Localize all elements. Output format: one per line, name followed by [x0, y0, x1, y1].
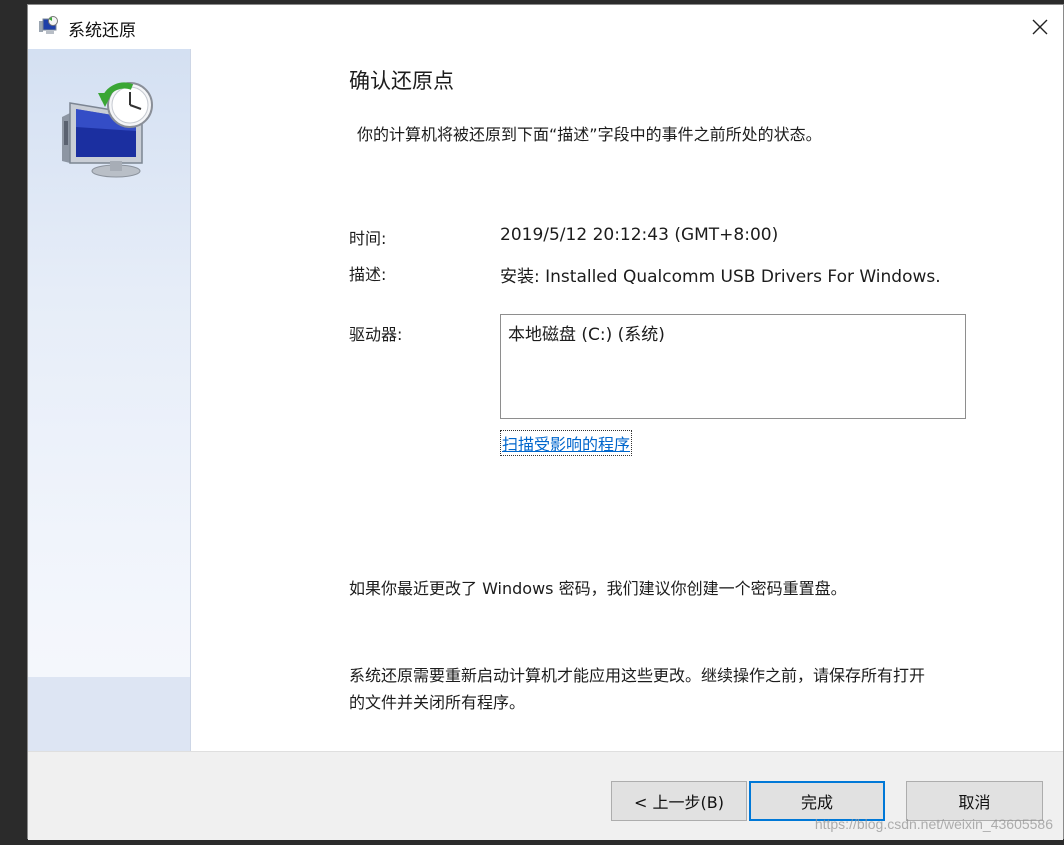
list-item[interactable]: 本地磁盘 (C:) (系统) — [508, 320, 665, 345]
title-bar: 系统还原 — [28, 5, 1063, 49]
password-reset-note: 如果你最近更改了 Windows 密码，我们建议你创建一个密码重置盘。 — [349, 579, 847, 598]
finish-button[interactable]: 完成 — [749, 781, 885, 821]
restart-note-line2: 的文件并关闭所有程序。 — [349, 693, 526, 712]
watermark-text: https://blog.csdn.net/weixin_43605586 — [814, 816, 1053, 832]
system-restore-dialog: 系统还原 确认还原点 你的计算机将被还原到下面“描述”字段中的事件之前所处的状态… — [27, 4, 1064, 840]
scan-affected-programs-link[interactable]: 扫描受影响的程序 — [500, 430, 633, 456]
time-label: 时间: — [349, 229, 387, 248]
sidebar-footer-band — [28, 677, 190, 751]
close-icon — [1032, 19, 1048, 35]
window-title: 系统还原 — [68, 21, 136, 41]
content-area: 确认还原点 你的计算机将被还原到下面“描述”字段中的事件之前所处的状态。 时间:… — [191, 49, 1063, 751]
cancel-button[interactable]: 取消 — [906, 781, 1043, 821]
close-button[interactable] — [1017, 5, 1063, 49]
page-title: 确认还原点 — [349, 69, 454, 93]
system-restore-monitor-clock-icon — [62, 82, 153, 178]
time-value: 2019/5/12 20:12:43 (GMT+8:00) — [500, 225, 779, 245]
sidebar-panel — [28, 49, 191, 751]
drives-label: 驱动器: — [349, 325, 403, 344]
back-button[interactable]: < 上一步(B) — [611, 781, 747, 821]
description-value: 安装: Installed Qualcomm USB Drivers For W… — [500, 267, 941, 287]
intro-text: 你的计算机将被还原到下面“描述”字段中的事件之前所处的状态。 — [357, 125, 822, 144]
description-label: 描述: — [349, 265, 387, 284]
restart-note-line1: 系统还原需要重新启动计算机才能应用这些更改。继续操作之前，请保存所有打开 — [349, 666, 926, 685]
system-restore-icon — [39, 16, 58, 34]
drives-list[interactable]: 本地磁盘 (C:) (系统) — [500, 314, 966, 419]
